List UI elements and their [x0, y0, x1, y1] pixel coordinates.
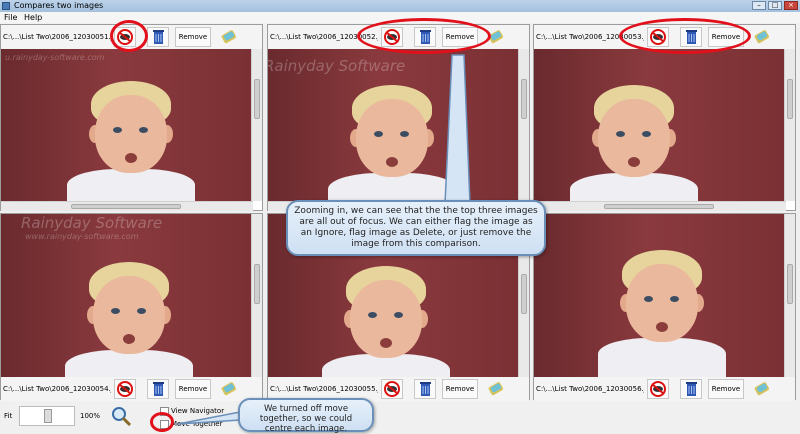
move-together-callout: We turned off move together, so we could…: [238, 398, 374, 434]
main-callout: Zooming in, we can see that the the top …: [286, 200, 546, 256]
